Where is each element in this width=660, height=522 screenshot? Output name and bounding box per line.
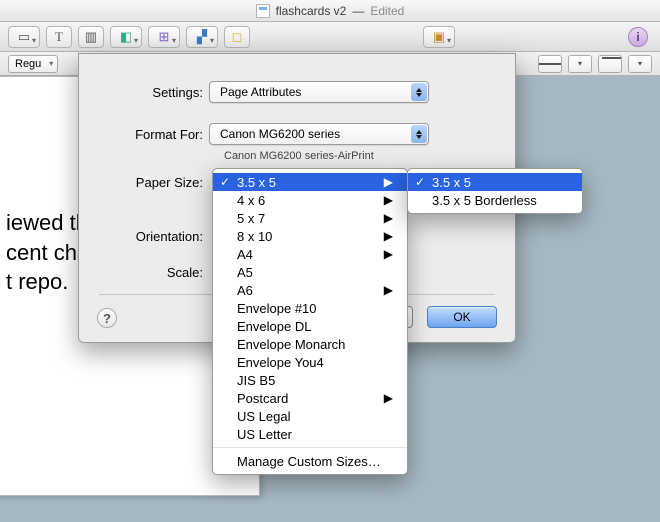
list-style-button[interactable] <box>598 55 622 73</box>
format-for-label: Format For: <box>79 127 209 142</box>
submenu-arrow-icon: ▶ <box>384 193 393 207</box>
chart-button[interactable]: ▞ <box>186 26 218 48</box>
document-status: Edited <box>370 4 404 18</box>
menu-item-label: Postcard <box>237 391 288 406</box>
paper-size-submenu[interactable]: ✓ 3.5 x 5 3.5 x 5 Borderless <box>407 168 583 214</box>
menu-item-label: 8 x 10 <box>237 229 272 244</box>
paper-size-label: Paper Size: <box>79 175 209 190</box>
menu-item-label: Envelope DL <box>237 319 311 334</box>
menu-item-label: 5 x 7 <box>237 211 265 226</box>
paper-size-sub-option[interactable]: 3.5 x 5 Borderless <box>408 191 582 209</box>
sections-button[interactable]: T <box>46 26 72 48</box>
paper-size-option[interactable]: A5 <box>213 263 407 281</box>
paragraph-style-value: Regu <box>15 58 41 70</box>
page-icon: ▭ <box>18 29 30 45</box>
text-icon: ▥ <box>85 29 97 45</box>
chart-icon: ▞ <box>197 29 207 45</box>
window-titlebar: flashcards v2 — Edited <box>0 0 660 22</box>
ok-label: OK <box>453 310 470 324</box>
paper-size-option[interactable]: 8 x 10 ▶ <box>213 227 407 245</box>
paper-size-option[interactable]: JIS B5 <box>213 371 407 389</box>
view-mode-button[interactable]: ▭ <box>8 26 40 48</box>
sections-icon: T <box>55 29 63 45</box>
settings-label: Settings: <box>79 85 209 100</box>
submenu-arrow-icon: ▶ <box>384 229 393 243</box>
paper-size-option[interactable]: Envelope #10 <box>213 299 407 317</box>
stepper-icon <box>411 83 427 101</box>
menu-item-label: US Letter <box>237 427 292 442</box>
submenu-arrow-icon: ▶ <box>384 211 393 225</box>
check-icon: ✓ <box>220 175 230 189</box>
submenu-arrow-icon: ▶ <box>384 391 393 405</box>
menu-item-label: Envelope #10 <box>237 301 317 316</box>
help-icon: ? <box>103 311 111 326</box>
orientation-label: Orientation: <box>79 229 209 244</box>
title-separator: — <box>352 4 364 18</box>
columns-button[interactable] <box>568 55 592 73</box>
document-title: flashcards v2 <box>276 4 347 18</box>
shapes-button[interactable]: ◧ <box>110 26 142 48</box>
paper-size-option[interactable]: 5 x 7 ▶ <box>213 209 407 227</box>
paper-size-option[interactable]: US Letter <box>213 425 407 443</box>
comment-button[interactable]: ◻ <box>224 26 250 48</box>
submenu-arrow-icon: ▶ <box>384 175 393 189</box>
textbox-button[interactable]: ▥ <box>78 26 104 48</box>
document-icon <box>256 4 270 18</box>
inspector-button[interactable]: i <box>628 27 648 47</box>
table-button[interactable]: ⊞ <box>148 26 180 48</box>
scale-label: Scale: <box>79 265 209 280</box>
share-button[interactable]: ▣ <box>423 26 455 48</box>
paper-size-option[interactable]: Postcard ▶ <box>213 389 407 407</box>
check-icon: ✓ <box>415 175 425 189</box>
menu-item-label: A6 <box>237 283 253 298</box>
info-icon: i <box>636 30 639 44</box>
settings-select[interactable]: Page Attributes <box>209 81 429 103</box>
menu-item-label: JIS B5 <box>237 373 275 388</box>
menu-item-label: 3.5 x 5 <box>237 175 276 190</box>
format-for-select[interactable]: Canon MG6200 series <box>209 123 429 145</box>
ok-button[interactable]: OK <box>427 306 497 328</box>
paper-size-option[interactable]: 4 x 6 ▶ <box>213 191 407 209</box>
share-icon: ▣ <box>433 29 445 45</box>
shapes-icon: ◧ <box>120 29 132 45</box>
main-toolbar: ▭ T ▥ ◧ ⊞ ▞ ◻ ▣ i <box>0 22 660 52</box>
settings-value: Page Attributes <box>220 85 301 99</box>
menu-item-label: Envelope You4 <box>237 355 324 370</box>
help-button[interactable]: ? <box>97 308 117 328</box>
menu-separator <box>213 447 407 448</box>
submenu-arrow-icon: ▶ <box>384 247 393 261</box>
paper-size-option[interactable]: US Legal <box>213 407 407 425</box>
manage-custom-sizes[interactable]: Manage Custom Sizes… <box>213 452 407 470</box>
paper-size-option[interactable]: Envelope Monarch <box>213 335 407 353</box>
paper-size-option[interactable]: ✓ 3.5 x 5 ▶ <box>213 173 407 191</box>
stepper-icon <box>411 125 427 143</box>
menu-item-label: 3.5 x 5 Borderless <box>432 193 537 208</box>
paper-size-sub-option[interactable]: ✓ 3.5 x 5 <box>408 173 582 191</box>
paper-size-option[interactable]: Envelope DL <box>213 317 407 335</box>
note-icon: ◻ <box>232 29 243 45</box>
submenu-arrow-icon: ▶ <box>384 283 393 297</box>
line-spacing-button[interactable] <box>538 55 562 73</box>
list-style-more-button[interactable] <box>628 55 652 73</box>
menu-item-label: 4 x 6 <box>237 193 265 208</box>
paper-size-menu[interactable]: ✓ 3.5 x 5 ▶ 4 x 6 ▶ 5 x 7 ▶ 8 x 10 ▶ A4 ▶ A5 A6 ▶ Enve… <box>212 168 408 475</box>
paper-size-option[interactable]: A4 ▶ <box>213 245 407 263</box>
menu-item-label: A5 <box>237 265 253 280</box>
menu-item-label: US Legal <box>237 409 290 424</box>
paragraph-style-select[interactable]: Regu <box>8 55 58 73</box>
format-for-subtext: Canon MG6200 series-AirPrint <box>224 150 515 162</box>
format-for-value: Canon MG6200 series <box>220 127 340 141</box>
paper-size-option[interactable]: A6 ▶ <box>213 281 407 299</box>
table-icon: ⊞ <box>159 29 170 45</box>
menu-item-label: A4 <box>237 247 253 262</box>
paper-size-option[interactable]: Envelope You4 <box>213 353 407 371</box>
menu-item-label: Envelope Monarch <box>237 337 345 352</box>
menu-item-label: Manage Custom Sizes… <box>237 454 381 469</box>
menu-item-label: 3.5 x 5 <box>432 175 471 190</box>
